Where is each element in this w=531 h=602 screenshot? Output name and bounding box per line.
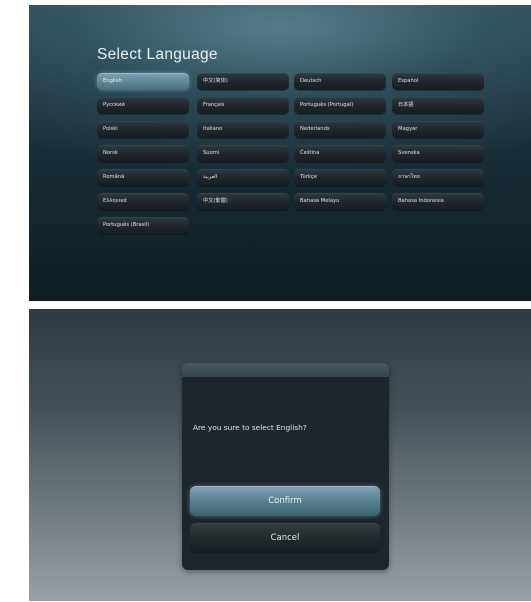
confirm-button[interactable]: Confirm	[190, 486, 380, 516]
language-option-japanese[interactable]: 日本語	[392, 97, 484, 114]
language-option-swedish[interactable]: Svenska	[392, 145, 484, 162]
language-option-polish[interactable]: Polski	[97, 121, 189, 138]
language-option-arabic[interactable]: العربية	[197, 169, 289, 186]
cancel-button[interactable]: Cancel	[190, 523, 380, 553]
language-option-greek[interactable]: Ελληνικά	[97, 193, 189, 210]
confirmation-screen: Are you sure to select English? Confirm …	[29, 309, 531, 601]
language-selection-screen: Select Language English 中文(简体) Deutsch E…	[29, 5, 531, 301]
confirm-dialog: Are you sure to select English? Confirm …	[182, 363, 389, 570]
language-option-spanish[interactable]: Español	[392, 73, 484, 90]
language-option-czech[interactable]: Čeština	[294, 145, 386, 162]
dialog-message: Are you sure to select English?	[193, 423, 307, 432]
language-option-malay[interactable]: Bahasa Melayu	[294, 193, 386, 210]
language-option-indonesian[interactable]: Bahasa Indonesia	[392, 193, 484, 210]
language-option-french[interactable]: Français	[197, 97, 289, 114]
language-option-thai[interactable]: ภาษาไทย	[392, 169, 484, 186]
page-title: Select Language	[97, 46, 218, 63]
language-option-portuguese-brazil[interactable]: Português (Brasil)	[97, 217, 189, 234]
language-option-hungarian[interactable]: Magyar	[392, 121, 484, 138]
dialog-header	[182, 363, 389, 377]
language-option-russian[interactable]: Русский	[97, 97, 189, 114]
language-option-portuguese-portugal[interactable]: Português (Portugal)	[294, 97, 386, 114]
language-option-dutch[interactable]: Nederlands	[294, 121, 386, 138]
language-option-italian[interactable]: Italiano	[197, 121, 289, 138]
language-option-chinese-simplified[interactable]: 中文(简体)	[197, 73, 289, 90]
language-option-romanian[interactable]: Română	[97, 169, 189, 186]
language-option-norwegian[interactable]: Norsk	[97, 145, 189, 162]
language-option-turkish[interactable]: Türkçe	[294, 169, 386, 186]
language-option-finnish[interactable]: Suomi	[197, 145, 289, 162]
language-option-german[interactable]: Deutsch	[294, 73, 386, 90]
language-option-chinese-traditional[interactable]: 中文(繁體)	[197, 193, 289, 210]
language-option-english[interactable]: English	[97, 73, 189, 90]
